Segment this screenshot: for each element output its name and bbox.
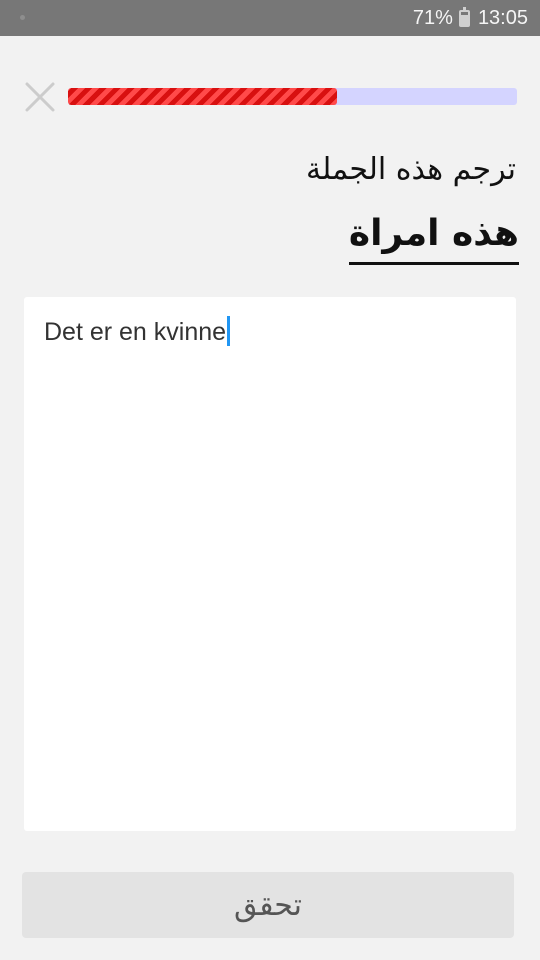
status-right: 71% 13:05 [413, 0, 528, 36]
sentence-to-translate[interactable]: هذه امراة [348, 212, 519, 265]
clock: 13:05 [477, 6, 528, 29]
notification-dot-icon [20, 15, 25, 20]
lesson-progress-fill [68, 88, 338, 105]
close-button[interactable] [22, 79, 58, 115]
prompt-container: هذه امراة [39, 212, 519, 265]
lesson-progress-bar [68, 88, 517, 105]
battery-percent: 71% [412, 6, 453, 29]
text-cursor [227, 316, 231, 346]
battery-level [460, 15, 468, 25]
exercise-instruction: ترجم هذه الجملة [306, 152, 516, 187]
answer-text: Det er en kvinne [44, 318, 227, 346]
close-icon [25, 82, 55, 112]
status-bar: 71% 13:05 [0, 0, 540, 36]
check-button[interactable]: تحقق [22, 872, 514, 938]
battery-icon [458, 6, 470, 27]
answer-input[interactable]: Det er en kvinne [24, 297, 516, 831]
